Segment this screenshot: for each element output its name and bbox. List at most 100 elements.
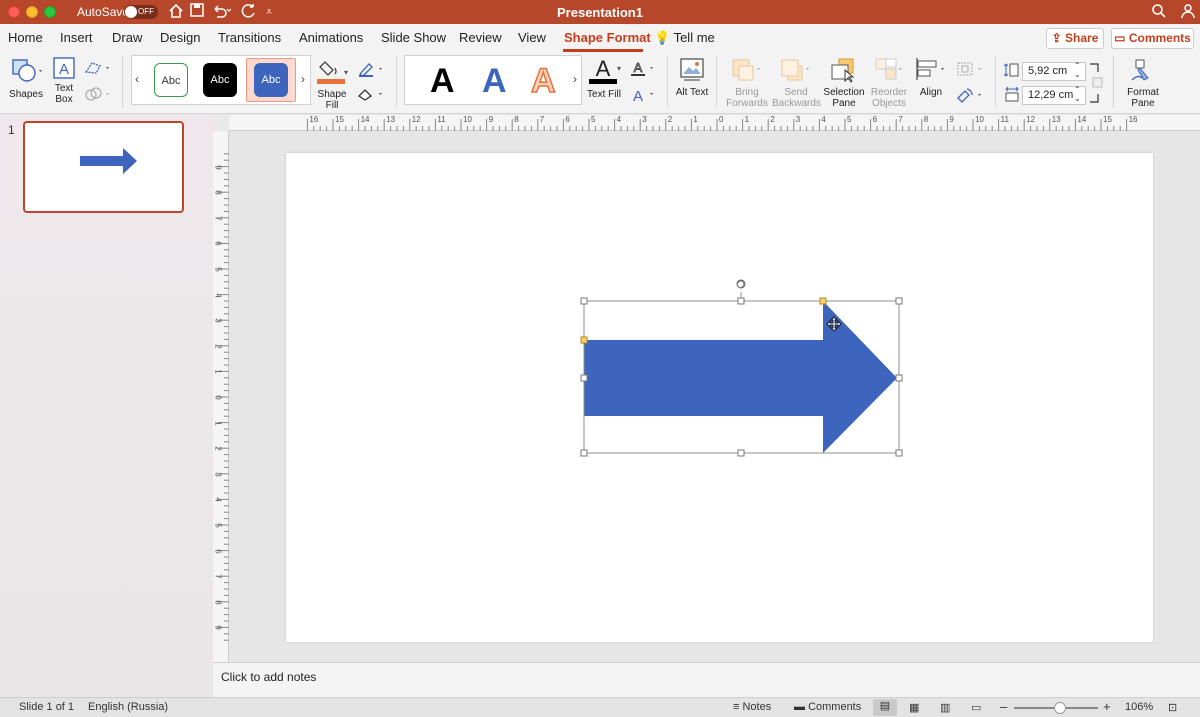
resize-handle-top-left[interactable]	[580, 297, 588, 305]
zoom-in-button[interactable]: +	[1103, 699, 1111, 714]
adjust-handle-shaft[interactable]	[580, 336, 588, 344]
home-icon[interactable]	[168, 3, 184, 23]
resize-handle-bottom-right[interactable]	[895, 449, 903, 457]
group-objects-icon[interactable]	[955, 60, 987, 81]
ribbon-separator	[667, 56, 668, 108]
edit-shape-icon[interactable]	[84, 60, 114, 79]
alt-text-button[interactable]: Alt Text	[674, 56, 710, 98]
bring-forwards-button[interactable]: Bring Forwards	[724, 56, 770, 109]
slide-show-button[interactable]: ▭	[971, 701, 981, 714]
shapes-button[interactable]: Shapes	[6, 56, 46, 100]
text-effects-icon[interactable]: A	[630, 86, 658, 107]
shape-style-blue[interactable]: Abc	[254, 63, 288, 97]
shape-fill-button[interactable]: Shape Fill	[314, 56, 350, 111]
comments-button[interactable]: ▭ Comments	[1111, 28, 1194, 49]
ruler-label: 9	[949, 115, 954, 124]
height-stepper-icon[interactable]: ⌃ ⌄	[1074, 61, 1081, 79]
customize-toolbar-icon[interactable]: ⩡	[266, 3, 272, 21]
vertical-ruler[interactable]: 9 8 7 6 5 4 3 2 1 0 1 2 3 4 5 6 7 8 9	[213, 131, 229, 662]
wordart-style-orange-outline[interactable]: A	[530, 61, 556, 101]
shape-fill-dropdown-icon[interactable]: ▾	[344, 68, 348, 77]
resize-handle-top-right[interactable]	[895, 297, 903, 305]
close-window-button[interactable]	[8, 6, 20, 18]
tab-home[interactable]: Home	[8, 30, 43, 45]
resize-handle-middle-left[interactable]	[580, 374, 588, 382]
shape-outline-icon[interactable]	[357, 60, 387, 81]
tell-me-box[interactable]: 💡 Tell me	[654, 30, 715, 46]
zoom-slider-knob[interactable]	[1054, 702, 1067, 714]
undo-icon[interactable]	[211, 3, 233, 23]
fit-to-window-icon[interactable]: ⊡	[1168, 701, 1177, 714]
text-fill-dropdown-icon[interactable]: ▾	[617, 64, 621, 73]
slide[interactable]	[286, 153, 1153, 642]
tab-review[interactable]: Review	[459, 30, 502, 45]
resize-handle-middle-right[interactable]	[895, 374, 903, 382]
notes-toggle[interactable]: ≡ Notes	[733, 701, 771, 713]
wordart-next-icon[interactable]: ›	[573, 72, 577, 86]
account-icon[interactable]	[1180, 3, 1196, 23]
comments-toggle[interactable]: ▬ Comments	[794, 701, 861, 713]
merge-shapes-icon[interactable]	[84, 86, 114, 105]
reading-view-button[interactable]: ▥	[940, 701, 950, 714]
normal-view-button[interactable]: ▤	[873, 699, 897, 716]
ruler-label: 10	[463, 115, 472, 124]
minimize-window-button[interactable]	[26, 6, 38, 18]
zoom-out-button[interactable]: –	[1000, 699, 1007, 714]
tab-design[interactable]: Design	[160, 30, 200, 45]
shape-style-outline[interactable]: Abc	[154, 63, 188, 97]
wordart-style-black[interactable]: A	[430, 62, 455, 100]
tab-draw[interactable]: Draw	[112, 30, 142, 45]
ruler-label: 6	[213, 241, 223, 247]
horizontal-ruler[interactable]: 16 15 14 13 12 11 10 9 8 7 6 5 4 3 2 1 0 1 2 3 4 5 6 7 8 9 10 11 12 1…	[229, 115, 1200, 131]
gallery-prev-icon[interactable]: ‹	[135, 72, 139, 86]
right-arrow-shape[interactable]	[584, 301, 897, 453]
adjust-handle-head[interactable]	[819, 297, 827, 305]
resize-handle-top-center[interactable]	[737, 297, 745, 305]
slide-thumbnail[interactable]	[23, 121, 184, 213]
save-icon[interactable]	[190, 3, 204, 21]
tab-animations[interactable]: Animations	[299, 30, 363, 45]
rotate-handle[interactable]	[736, 279, 746, 289]
text-fill-button[interactable]: A Text Fill	[586, 56, 622, 100]
shape-effects-icon[interactable]	[357, 86, 387, 105]
text-fill-label: Text Fill	[587, 89, 621, 100]
align-button[interactable]: Align	[912, 56, 950, 98]
share-button[interactable]: ⇪ Share	[1046, 28, 1104, 49]
maximize-window-button[interactable]	[44, 6, 56, 18]
tab-transitions[interactable]: Transitions	[218, 30, 281, 45]
tab-slide-show[interactable]: Slide Show	[381, 30, 446, 45]
reorder-objects-button[interactable]: Reorder Objects	[868, 56, 910, 109]
tab-view[interactable]: View	[518, 30, 546, 45]
lock-aspect-ratio-icon[interactable]	[1088, 62, 1104, 107]
alt-text-icon	[680, 58, 704, 81]
svg-text:A: A	[633, 88, 643, 104]
send-backwards-button[interactable]: Send Backwards	[772, 56, 821, 109]
format-pane-button[interactable]: Format Pane	[1120, 56, 1166, 109]
width-stepper-icon[interactable]: ⌃ ⌄	[1074, 85, 1081, 103]
shape-style-dark[interactable]: Abc	[203, 63, 237, 97]
rotate-icon[interactable]	[955, 86, 987, 107]
tab-shape-format[interactable]: Shape Format	[564, 30, 651, 45]
resize-handle-bottom-left[interactable]	[580, 449, 588, 457]
redo-icon[interactable]	[241, 3, 257, 23]
ruler-label: 12	[411, 115, 421, 124]
comment-icon: ▬	[794, 701, 805, 713]
resize-handle-bottom-center[interactable]	[737, 449, 745, 457]
autosave-toggle[interactable]: OFF	[124, 5, 158, 19]
ruler-label: 0	[213, 395, 223, 400]
gallery-next-icon[interactable]: ›	[301, 72, 305, 86]
ruler-label: 13	[386, 115, 396, 124]
zoom-slider[interactable]	[1014, 702, 1098, 714]
tab-insert[interactable]: Insert	[60, 30, 93, 45]
slide-sorter-button[interactable]: ▦	[909, 701, 919, 714]
zoom-level[interactable]: 106%	[1125, 701, 1153, 713]
search-icon[interactable]	[1151, 3, 1167, 23]
text-box-button[interactable]: A Text Box	[50, 56, 78, 105]
notes-pane[interactable]: Click to add notes	[213, 662, 1200, 697]
selection-pane-button[interactable]: Selection Pane	[822, 56, 866, 109]
ruler-label: 7	[539, 115, 545, 124]
wordart-style-blue[interactable]: A	[482, 62, 507, 100]
language-indicator[interactable]: English (Russia)	[88, 701, 168, 713]
text-outline-icon[interactable]: A	[630, 60, 658, 81]
thumbnail-arrow-shape	[80, 148, 137, 174]
